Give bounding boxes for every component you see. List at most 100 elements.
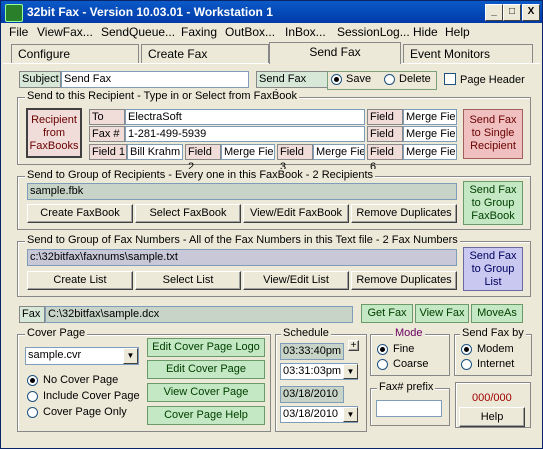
field2-input[interactable]: Merge Fiel: [221, 144, 275, 160]
cover-page-only-radio[interactable]: [27, 407, 38, 418]
mode-legend: Mode: [393, 327, 425, 339]
view-cover-page-button[interactable]: View Cover Page: [147, 383, 265, 402]
modem-label: Modem: [477, 343, 514, 355]
view-edit-faxbook-button[interactable]: View/Edit FaxBook: [243, 204, 349, 223]
field6-label: Field 6: [367, 144, 403, 173]
maximize-button[interactable]: □: [503, 4, 521, 21]
edit-cover-page-button[interactable]: Edit Cover Page: [147, 360, 265, 379]
help-button[interactable]: Help: [459, 407, 525, 427]
menu-hide[interactable]: Hide: [413, 25, 438, 39]
menu-viewfax[interactable]: ViewFax...: [37, 25, 93, 39]
field4-label: Field 4: [367, 109, 403, 138]
send-group-faxbook-button[interactable]: Send Fax to Group FaxBook: [463, 181, 523, 225]
fax-number-label: Fax #: [89, 126, 125, 142]
cover-page-select[interactable]: sample.cvr: [25, 347, 139, 365]
internet-radio[interactable]: [461, 359, 472, 370]
chevron-down-icon[interactable]: ▼: [343, 407, 358, 422]
save-label: Save: [346, 73, 372, 85]
prefix-legend: Fax# prefix: [377, 381, 436, 393]
page-header-checkbox[interactable]: [444, 73, 456, 85]
include-cover-page-label: Include Cover Page: [43, 390, 140, 402]
cover-page-only-label: Cover Page Only: [43, 406, 127, 418]
fax-number-input[interactable]: 1-281-499-5939: [125, 126, 365, 142]
create-faxbook-button[interactable]: Create FaxBook: [27, 204, 133, 223]
menu-sendqueue[interactable]: SendQueue...: [101, 25, 175, 39]
get-fax-button[interactable]: Get Fax: [361, 304, 413, 323]
subject-input[interactable]: Send Fax: [61, 71, 249, 88]
page-header-label: Page Header: [460, 74, 525, 86]
send-fax-and-label: Send Fax and: [256, 71, 328, 100]
fax-prefix-input[interactable]: [376, 400, 442, 417]
fax-label: Fax: [19, 306, 45, 323]
tab-send-fax[interactable]: Send Fax: [269, 42, 401, 64]
tab-create-fax[interactable]: Create Fax: [141, 44, 269, 63]
menu-help[interactable]: Help: [445, 25, 470, 39]
delete-radio[interactable]: [384, 74, 395, 85]
field2-label: Field 2: [185, 144, 221, 173]
moveas-button[interactable]: MoveAs: [471, 304, 523, 323]
menu-bar: File ViewFax... SendQueue... Faxing OutB…: [1, 23, 542, 41]
menu-inbox[interactable]: InBox...: [285, 25, 326, 39]
remove-duplicates-faxbook-button[interactable]: Remove Duplicates: [351, 204, 457, 223]
no-cover-page-label: No Cover Page: [43, 374, 119, 386]
main-window: 32bit Fax - Version 10.03.01 - Workstati…: [0, 0, 543, 449]
save-radio[interactable]: [331, 74, 342, 85]
menu-sessionlog[interactable]: SessionLog...: [337, 25, 410, 39]
group-legend: Send to Group of Recipients - Every one …: [25, 169, 376, 181]
chevron-down-icon[interactable]: ▼: [343, 364, 358, 379]
field1-label: Field 1: [89, 144, 127, 160]
select-faxbook-button[interactable]: Select FaxBook: [135, 204, 241, 223]
minimize-button[interactable]: _: [485, 4, 503, 21]
create-list-button[interactable]: Create List: [27, 271, 133, 290]
fax-counter: 000/000: [472, 392, 512, 404]
edit-cover-page-logo-button[interactable]: Edit Cover Page Logo: [147, 338, 265, 357]
field4-input[interactable]: Merge Fiel: [403, 109, 457, 125]
send-single-recipient-button[interactable]: Send Fax to Single Recipient: [463, 109, 523, 159]
fax-numbers-file-field[interactable]: c:\32bitfax\faxnums\sample.txt: [27, 249, 457, 266]
title-bar[interactable]: 32bit Fax - Version 10.03.01 - Workstati…: [1, 1, 542, 23]
field5-input[interactable]: Merge Fiel: [403, 126, 457, 142]
cover-page-help-button[interactable]: Cover Page Help: [147, 406, 265, 425]
menu-file[interactable]: File: [9, 25, 28, 39]
tab-configure[interactable]: Configure: [11, 44, 139, 63]
remove-duplicates-list-button[interactable]: Remove Duplicates: [351, 271, 457, 290]
schedule-legend: Schedule: [281, 327, 331, 339]
field3-label: Field 3: [277, 144, 313, 173]
chevron-down-icon[interactable]: ▼: [123, 348, 138, 364]
recipient-from-faxbooks-button[interactable]: Recipient from FaxBooks: [26, 108, 82, 158]
view-fax-button[interactable]: View Fax: [415, 304, 469, 323]
cover-page-legend: Cover Page: [25, 327, 88, 339]
include-cover-page-radio[interactable]: [27, 391, 38, 402]
send-group-list-button[interactable]: Send Fax to Group List: [463, 247, 523, 291]
field3-input[interactable]: Merge Fiel: [313, 144, 365, 160]
window-title: 32bit Fax - Version 10.03.01 - Workstati…: [27, 5, 273, 19]
recipient-legend: Send to this Recipient - Type in or Sele…: [25, 90, 300, 102]
no-cover-page-radio[interactable]: [27, 375, 38, 386]
tab-event-monitors[interactable]: Event Monitors: [403, 44, 533, 63]
internet-label: Internet: [477, 358, 515, 370]
to-label: To: [89, 109, 125, 125]
fax-file-field[interactable]: C:\32bitfax\sample.dcx: [45, 306, 353, 323]
menu-faxing[interactable]: Faxing: [181, 25, 217, 39]
schedule-date-now-field: 03/18/2010: [280, 386, 344, 403]
close-button[interactable]: X: [522, 4, 540, 21]
coarse-mode-radio[interactable]: [377, 359, 388, 370]
menu-outbox[interactable]: OutBox...: [225, 25, 275, 39]
schedule-add-button[interactable]: +: [348, 340, 359, 351]
delete-label: Delete: [399, 73, 431, 85]
coarse-mode-label: Coarse: [393, 358, 429, 370]
field1-input[interactable]: Bill Krahm: [127, 144, 183, 160]
numbers-legend: Send to Group of Fax Numbers - All of th…: [25, 234, 460, 246]
field6-input[interactable]: Merge Fiel: [403, 144, 457, 160]
to-input[interactable]: ElectraSoft: [125, 109, 365, 125]
fine-mode-label: Fine: [393, 343, 415, 355]
subject-label: Subject: [19, 71, 61, 88]
send-by-legend: Send Fax by: [460, 327, 526, 339]
view-edit-list-button[interactable]: View/Edit List: [243, 271, 349, 290]
fine-mode-radio[interactable]: [377, 344, 388, 355]
select-list-button[interactable]: Select List: [135, 271, 241, 290]
modem-radio[interactable]: [461, 344, 472, 355]
app-icon: [5, 4, 23, 22]
schedule-time-now-field: 03:33:40pm: [280, 343, 344, 360]
faxbook-file-field[interactable]: sample.fbk: [27, 183, 457, 200]
